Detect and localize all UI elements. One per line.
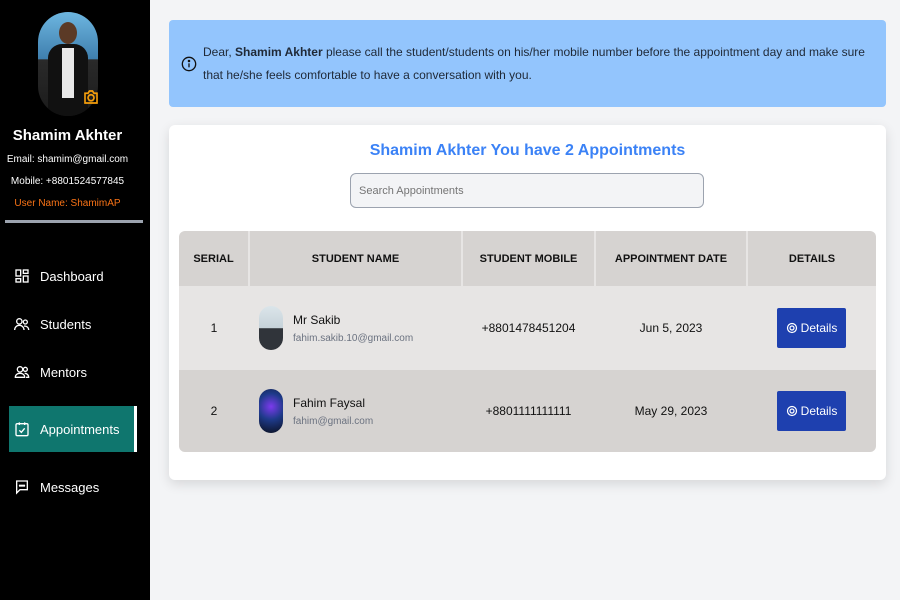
column-header-appointment-date: APPOINTMENT DATE	[595, 231, 748, 286]
details-cell: Details	[747, 370, 876, 452]
details-icon	[786, 405, 797, 417]
sidebar-item-appointments[interactable]: Appointments	[9, 406, 137, 452]
details-icon	[786, 322, 797, 334]
student-name-cell: Fahim Faysal fahim@gmail.com	[249, 370, 462, 452]
student-avatar	[259, 389, 283, 433]
appointments-table: SERIAL STUDENT NAME STUDENT MOBILE APPOI…	[179, 231, 876, 452]
sidebar-item-label: Appointments	[40, 421, 120, 437]
details-button[interactable]: Details	[777, 308, 846, 348]
column-header-student-mobile: STUDENT MOBILE	[462, 231, 596, 286]
student-email: fahim@gmail.com	[293, 415, 374, 427]
table-row: 1 Mr Sakib fahim.sakib.10@gmail.com +880…	[179, 286, 876, 370]
student-mobile-cell: +8801111111111	[462, 370, 595, 452]
sidebar-item-messages[interactable]: Messages	[9, 465, 137, 509]
info-banner: Dear, Shamim Akhter please call the stud…	[169, 20, 886, 107]
calendar-check-icon	[15, 422, 29, 437]
student-avatar	[259, 306, 283, 350]
serial-cell: 1	[179, 286, 249, 370]
column-header-student-name: STUDENT NAME	[249, 231, 463, 286]
details-button-label: Details	[800, 404, 838, 418]
sidebar-item-dashboard[interactable]: Dashboard	[9, 254, 137, 298]
sidebar: Shamim Akhter Email: shamim@gmail.com Mo…	[0, 0, 150, 600]
details-button-label: Details	[800, 321, 838, 335]
table-row: 2 Fahim Faysal fahim@gmail.com +88011111…	[179, 370, 876, 452]
banner-text: Dear, Shamim Akhter please call the stud…	[203, 41, 874, 87]
camera-icon[interactable]	[82, 88, 100, 106]
mentors-icon	[14, 366, 30, 378]
banner-prefix: Dear,	[203, 44, 232, 59]
table-header-row: SERIAL STUDENT NAME STUDENT MOBILE APPOI…	[179, 231, 876, 286]
page-title: Shamim Akhter You have 2 Appointments	[369, 142, 686, 159]
column-header-details: DETAILS	[747, 231, 876, 286]
appointment-date-cell: Jun 5, 2023	[595, 286, 747, 370]
profile-name: Shamim Akhter	[12, 127, 123, 144]
sidebar-item-label: Mentors	[40, 364, 87, 380]
message-icon	[16, 480, 28, 495]
sidebar-item-mentors[interactable]: Mentors	[9, 350, 137, 394]
sidebar-item-students[interactable]: Students	[9, 302, 137, 346]
student-mobile-cell: +8801478451204	[462, 286, 595, 370]
profile-email: Email: shamim@gmail.com	[6, 154, 129, 165]
sidebar-item-label: Messages	[40, 479, 100, 495]
search-input[interactable]	[350, 173, 704, 208]
column-header-serial: SERIAL	[179, 231, 250, 286]
details-button[interactable]: Details	[777, 391, 846, 431]
student-name: Mr Sakib	[293, 312, 341, 327]
appointment-date-cell: May 29, 2023	[595, 370, 747, 452]
profile-mobile: Mobile: +8801524577845	[10, 176, 125, 187]
sidebar-item-label: Students	[40, 316, 92, 332]
sidebar-item-label: Dashboard	[40, 268, 104, 284]
student-name-cell: Mr Sakib fahim.sakib.10@gmail.com	[249, 286, 462, 370]
details-cell: Details	[747, 286, 876, 370]
info-icon	[181, 56, 197, 72]
student-name: Fahim Faysal	[293, 395, 366, 410]
profile-avatar-wrap	[38, 12, 98, 116]
profile-username: User Name: ShamimAP	[14, 198, 121, 209]
appointments-card: Shamim Akhter You have 2 Appointments SE…	[169, 125, 886, 480]
sidebar-divider	[5, 220, 143, 223]
dashboard-icon	[15, 269, 29, 283]
users-icon	[14, 318, 30, 331]
student-email: fahim.sakib.10@gmail.com	[293, 332, 414, 344]
serial-cell: 2	[179, 370, 249, 452]
banner-name: Shamim Akhter	[235, 44, 323, 59]
